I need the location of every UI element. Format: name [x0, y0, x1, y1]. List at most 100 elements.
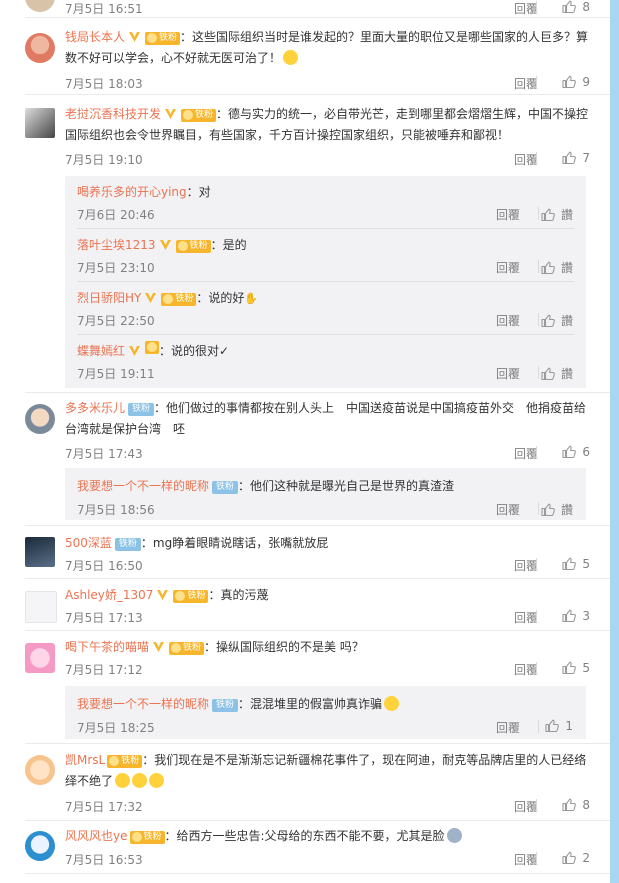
divider	[536, 76, 537, 89]
reply-button[interactable]: 回覆	[496, 312, 520, 329]
avatar[interactable]	[25, 831, 55, 861]
avatar[interactable]	[25, 33, 55, 63]
comment-text: 喝下午茶的喵喵 铁粉 ：操纵国际组织的不是美 吗？	[65, 637, 590, 658]
like-button[interactable]: 讚	[541, 312, 573, 329]
divider	[536, 799, 537, 812]
username-link[interactable]: 喝下午茶的喵喵	[65, 640, 149, 654]
like-button[interactable]: 讚	[541, 501, 573, 518]
reply-button[interactable]: 回覆	[514, 851, 538, 868]
thumb-up-icon	[545, 719, 559, 732]
thumb-up-icon	[562, 661, 576, 674]
emoji-icon	[283, 50, 299, 65]
thumb-up-icon	[541, 261, 555, 274]
username-link[interactable]: 钱局长本人	[65, 30, 125, 44]
avatar[interactable]	[25, 108, 55, 138]
reply-button[interactable]: 回覆	[496, 259, 520, 276]
avatar[interactable]	[25, 537, 55, 567]
username-link[interactable]: 老挝沉香科技开发	[65, 107, 161, 121]
verified-icon	[152, 640, 165, 653]
reply-text: 我要想一个不一样的昵称 铁粉 ：他们这种就是曝光自己是世界的真渣渣	[77, 476, 577, 497]
emoji-icon	[149, 773, 165, 788]
comment-text: 钱局长本人 铁粉 ：这些国际组织当时是谁发起的？里面大量的职位又是哪些国家的人巨多？…	[65, 27, 590, 69]
divider	[538, 260, 539, 273]
like-button[interactable]: 8	[562, 798, 590, 812]
reply-thread: 我要想一个不一样的昵称 铁粉 ：混混堆里的假富帅真诈骗 7月5日 18:25 回覆 …	[65, 686, 586, 739]
fan-badge: 铁粉	[107, 755, 143, 768]
like-button[interactable]: 讚	[541, 365, 573, 382]
like-button[interactable]: 9	[562, 75, 590, 89]
username-link[interactable]: 蝶舞嫣红	[77, 344, 125, 358]
reply-button[interactable]: 回覆	[514, 0, 538, 17]
like-button[interactable]: 5	[562, 557, 590, 571]
username-link[interactable]: 我要想一个不一样的昵称	[77, 697, 209, 711]
reply-body: ：是的	[210, 238, 247, 252]
divider	[25, 873, 610, 874]
comment-time: 7月5日 16:53	[65, 853, 143, 867]
verified-icon	[144, 291, 157, 304]
divider	[25, 17, 610, 18]
reply-body: ：对	[186, 185, 211, 199]
like-button[interactable]: 3	[562, 609, 590, 623]
divider	[25, 578, 610, 579]
avatar[interactable]	[25, 755, 55, 785]
avatar[interactable]	[25, 643, 55, 673]
username-link[interactable]: 落叶尘埃1213	[77, 238, 156, 252]
reply-button[interactable]: 回覆	[514, 75, 538, 92]
thumb-up-icon	[541, 503, 555, 516]
like-count: 5	[582, 557, 590, 571]
comment-text: 多多米乐儿 铁粉 ：他们做过的事情都按在别人头上 中国送疫苗说是中国搞疫苗外交 他捐…	[65, 398, 590, 440]
thumb-up-icon	[541, 367, 555, 380]
reply-button[interactable]: 回覆	[514, 151, 538, 168]
like-button[interactable]: 2	[562, 851, 590, 865]
reply-time: 7月5日 23:10	[77, 261, 155, 275]
reply-body: ：说的很对✓	[159, 344, 230, 358]
avatar[interactable]	[25, 591, 57, 623]
username-link[interactable]: 多多米乐儿	[65, 401, 125, 415]
reply-button[interactable]: 回覆	[514, 445, 538, 462]
like-button[interactable]: 5	[562, 661, 590, 675]
like-button[interactable]: 讚	[541, 259, 573, 276]
like-button[interactable]: 讚	[541, 206, 573, 223]
reply-button[interactable]: 回覆	[514, 609, 538, 626]
comment-time: 7月5日 16:50	[65, 559, 143, 573]
like-label: 讚	[560, 503, 573, 517]
username-link[interactable]: 500深蓝	[65, 536, 112, 550]
verified-icon	[156, 588, 169, 601]
comment-time: 7月5日 17:32	[65, 800, 143, 814]
reply-button[interactable]: 回覆	[514, 661, 538, 678]
comment-body: ：真的污蔑	[208, 588, 269, 602]
reply-button[interactable]: 回覆	[496, 365, 520, 382]
divider	[536, 446, 537, 459]
username-link[interactable]: 喝养乐多的开心ying	[77, 185, 187, 199]
comment-body: ：给西方一些忠告:父母给的东西不能不要，尤其是脸	[164, 829, 445, 843]
username-link[interactable]: 风风风也ye	[65, 829, 128, 843]
reply-button[interactable]: 回覆	[496, 719, 520, 736]
avatar[interactable]	[25, 404, 55, 434]
comment-body: ：操纵国际组织的不是美 吗？	[204, 640, 364, 654]
divider	[25, 392, 610, 393]
like-button[interactable]: 6	[562, 445, 590, 459]
username-link[interactable]: 凯MrsL	[65, 753, 105, 767]
avatar[interactable]	[25, 0, 55, 12]
divider	[536, 1, 537, 14]
reply-button[interactable]: 回覆	[514, 557, 538, 574]
like-button[interactable]: 7	[562, 151, 590, 165]
like-label: 讚	[560, 208, 573, 222]
iron-fan-badge: 铁粉	[212, 481, 239, 494]
reply-button[interactable]: 回覆	[514, 798, 538, 815]
like-count: 8	[582, 0, 590, 14]
like-button[interactable]: 8	[562, 0, 590, 14]
comment-text: 500深蓝 铁粉 ：mg睁着眼睛说瞎话，张嘴就放屁	[65, 533, 590, 554]
username-link[interactable]: 我要想一个不一样的昵称	[77, 479, 209, 493]
username-link[interactable]: 烈日骄阳HY	[77, 291, 141, 305]
like-button[interactable]: 1	[545, 719, 573, 733]
fan-badge: 铁粉	[161, 293, 197, 306]
like-label: 讚	[560, 367, 573, 381]
like-count: 3	[582, 609, 590, 623]
thumb-up-icon	[562, 445, 576, 458]
like-label: 讚	[560, 261, 573, 275]
reply-button[interactable]: 回覆	[496, 206, 520, 223]
comment-body: ：这些国际组织当时是谁发起的？里面大量的职位又是哪些国家的人巨多？算数不好可以学…	[65, 30, 589, 65]
reply-button[interactable]: 回覆	[496, 501, 520, 518]
username-link[interactable]: Ashley娇_1307	[65, 588, 153, 602]
